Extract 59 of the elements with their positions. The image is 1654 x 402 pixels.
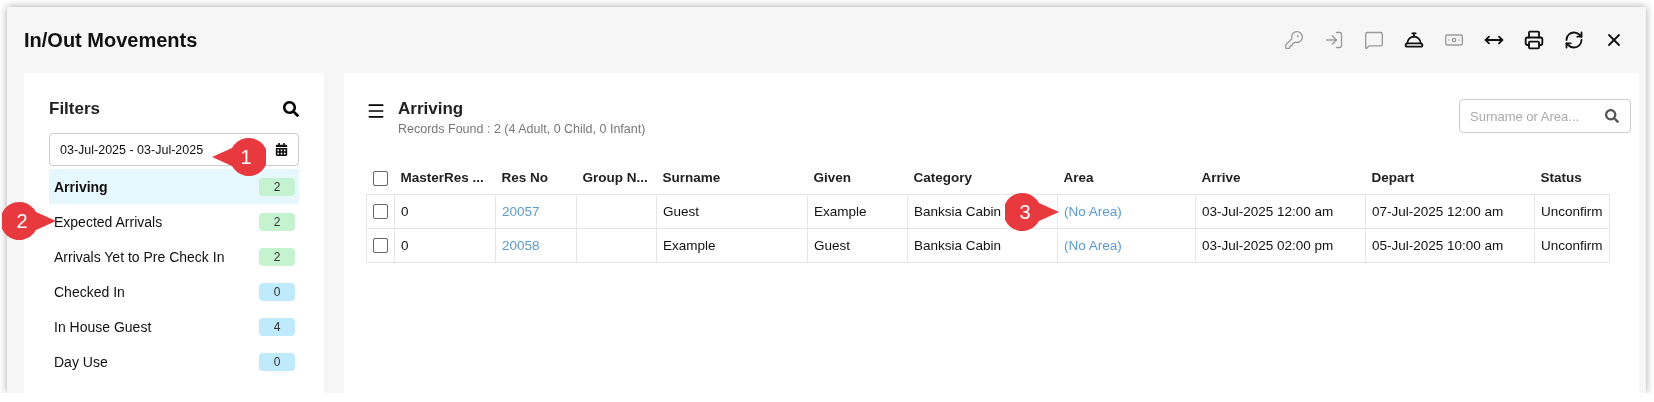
table-cell: Example [656, 228, 808, 262]
key-icon [1284, 30, 1304, 50]
callout-tooltip: 3 [1005, 192, 1061, 232]
filter-label: In House Guest [54, 318, 152, 335]
table-cell: 0 [394, 194, 496, 228]
search-icon[interactable] [1605, 109, 1619, 123]
column-header[interactable]: Given [807, 162, 908, 194]
table-cell: Example [807, 194, 908, 228]
print-icon [1524, 30, 1544, 50]
column-header[interactable]: Area [1057, 162, 1196, 194]
calendar-icon[interactable] [275, 143, 288, 156]
filter-label: Checked In [54, 283, 125, 300]
count-badge: 0 [259, 282, 295, 301]
column-header[interactable]: Arrive [1195, 162, 1366, 194]
filter-item[interactable]: Arrivals Yet to Pre Check In 2 [49, 239, 299, 274]
records-summary: Records Found : 2 (4 Adult, 0 Child, 0 Infant) [398, 122, 647, 136]
checkbox[interactable] [373, 203, 388, 219]
table-cell: Guest [656, 194, 808, 228]
filter-item[interactable]: Day Use 0 [49, 344, 299, 379]
filter-item[interactable]: Checked In 0 [49, 274, 299, 309]
count-badge: 2 [259, 247, 295, 266]
window-title: In/Out Movements [24, 28, 199, 52]
print-button[interactable] [1522, 28, 1546, 52]
table-cell: 07-Jul-2025 12:00 am [1365, 194, 1535, 228]
refresh-icon [1564, 30, 1584, 50]
column-header[interactable]: Status [1534, 162, 1610, 194]
column-header[interactable]: Res No [495, 162, 577, 194]
count-badge: 0 [259, 352, 295, 371]
filters-title: Filters [49, 99, 101, 119]
table-cell: Unconfirm [1534, 194, 1610, 228]
column-header[interactable]: Category [907, 162, 1058, 194]
column-header[interactable]: Group N... [576, 162, 657, 194]
table-cell: 0 [394, 228, 496, 262]
menu-icon[interactable] [366, 101, 386, 121]
checkbox[interactable] [373, 237, 388, 253]
search-icon[interactable] [283, 101, 299, 117]
table-cell: Guest [807, 228, 908, 262]
column-header[interactable]: Surname [656, 162, 808, 194]
table-cell: 03-Jul-2025 02:00 pm [1195, 228, 1366, 262]
count-badge: 2 [259, 177, 295, 196]
filter-label: Arriving [54, 178, 108, 195]
table-cell: 03-Jul-2025 12:00 am [1195, 194, 1366, 228]
column-header[interactable]: MasterRes ... [394, 162, 496, 194]
list-title: Arriving [398, 99, 465, 119]
filter-item[interactable]: In House Guest 4 [49, 309, 299, 344]
callout-tooltip: 1 [210, 137, 266, 177]
message-icon [1364, 30, 1384, 50]
table-cell: Unconfirm [1534, 228, 1610, 262]
filter-item[interactable]: Arriving 2 [49, 169, 299, 204]
bell-icon [1404, 30, 1424, 50]
count-badge: 4 [259, 317, 295, 336]
table-cell: 05-Jul-2025 10:00 am [1365, 228, 1535, 262]
column-header[interactable]: Depart [1365, 162, 1535, 194]
filter-label: Arrivals Yet to Pre Check In [54, 248, 225, 265]
search-field[interactable]: Surname or Area... [1459, 99, 1631, 133]
sign-in-icon [1324, 30, 1344, 50]
filter-label: Day Use [54, 353, 108, 370]
checkbox[interactable] [372, 170, 388, 186]
count-badge: 2 [259, 212, 295, 231]
